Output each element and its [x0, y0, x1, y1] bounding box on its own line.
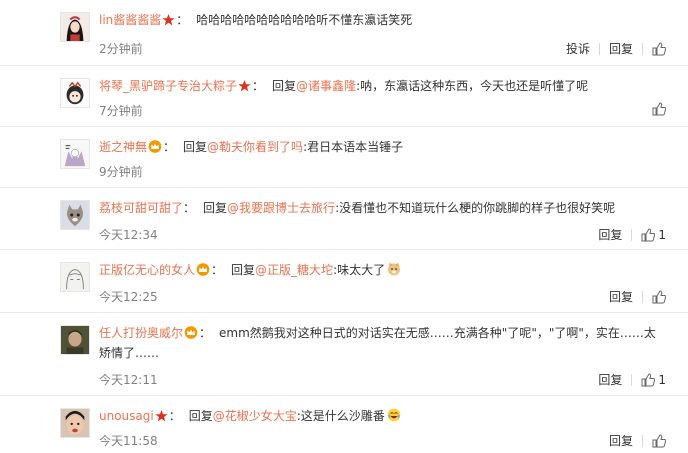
divider [631, 373, 633, 386]
timestamp: 今天12:11 [99, 373, 158, 387]
username[interactable]: 逝之神無 [99, 140, 147, 154]
mention-link[interactable]: @花椒少女大宝 [213, 409, 297, 423]
avatar[interactable] [60, 262, 90, 292]
divider [598, 42, 600, 55]
mention-link[interactable]: @正版_糖大坨 [255, 263, 333, 277]
thumbs-up-icon [652, 433, 666, 447]
reply-prefix: 回复 [231, 263, 256, 277]
comment-text: :君日本语本当锤子 [303, 140, 404, 154]
reply-button[interactable]: 回复 [609, 40, 633, 57]
thumbs-up-icon [641, 227, 656, 241]
comment-list: lin酱酱酱酱：哈哈哈哈哈哈哈哈哈哈听不懂东瀛话笑死 2分钟前 投诉 回复 将琴… [0, 0, 688, 453]
like-count: 1 [658, 227, 666, 242]
comment-actions: 回复 1 [598, 226, 666, 243]
username[interactable]: 正版亿无心的女人 [99, 263, 195, 277]
timestamp: 今天12:34 [99, 228, 158, 242]
avatar[interactable] [60, 139, 90, 169]
reply-button[interactable]: 回复 [609, 432, 633, 449]
star-badge-icon [155, 409, 168, 427]
comment-item: unousagi：回复@花椒少女大宝:这是什么沙雕番 今天11:58 回复 [0, 396, 688, 453]
star-badge-icon [238, 79, 251, 97]
comment-text: :呐，东瀛话这种东西，今天也还是听懂了呢 [356, 79, 589, 93]
reply-button[interactable]: 回复 [609, 288, 633, 305]
divider [631, 228, 633, 241]
timestamp: 2分钟前 [99, 42, 143, 56]
reply-prefix: 回复 [188, 409, 213, 423]
avatar[interactable] [60, 408, 90, 438]
comment-item: 正版亿无心的女人：回复@正版_糖大坨:味太大了 今天12:25 回复 [0, 250, 688, 313]
like-count: 1 [658, 372, 666, 387]
divider [642, 290, 643, 303]
username[interactable]: 荔枝可甜可甜了 [99, 201, 183, 215]
reply-prefix: 回复 [272, 79, 297, 93]
avatar[interactable] [60, 12, 90, 42]
like-button[interactable] [652, 41, 666, 56]
username[interactable]: 任人打扮奥威尔 [99, 326, 183, 340]
timestamp: 今天12:25 [99, 290, 158, 304]
comment-item: 逝之神無：回复@勒夫你看到了吗:君日本语本当锤子 9分钟前 [0, 127, 688, 188]
timestamp: 9分钟前 [99, 165, 143, 179]
crown-badge-icon [184, 326, 198, 344]
comment-item: 任人打扮奥威尔： emm然鹅我对这种日式的对话实在无感……充满各种"了呢"，"了啊… [0, 313, 688, 396]
thumbs-up-icon [652, 289, 666, 303]
thumbs-up-icon [652, 102, 666, 116]
username[interactable]: lin酱酱酱酱 [99, 13, 161, 27]
comment-text: :没看懂也不知道玩什么梗的你跳脚的样子也很好笑呢 [335, 201, 616, 215]
mention-link[interactable]: @我要跟博士去旅行 [227, 201, 335, 215]
username[interactable]: 将琴_黑驴蹄子专治大粽子 [99, 79, 237, 93]
mention-link[interactable]: @勒夫你看到了吗 [207, 140, 303, 154]
mention-link[interactable]: @诸事鑫隆 [296, 79, 356, 93]
avatar[interactable] [60, 325, 90, 355]
comment-item: lin酱酱酱酱：哈哈哈哈哈哈哈哈哈哈听不懂东瀛话笑死 2分钟前 投诉 回复 [0, 0, 688, 66]
timestamp: 今天11:58 [99, 434, 158, 448]
reply-button[interactable]: 回复 [598, 371, 622, 388]
like-button[interactable] [652, 289, 666, 304]
doge-emoji-icon [387, 262, 401, 276]
comment-actions: 投诉 回复 [566, 40, 666, 57]
like-button[interactable]: 1 [641, 228, 666, 242]
comment-actions: 回复 1 [598, 371, 666, 388]
comment-text: 哈哈哈哈哈哈哈哈哈哈听不懂东瀛话笑死 [196, 13, 413, 27]
reply-prefix: 回复 [183, 140, 208, 154]
timestamp: 7分钟前 [99, 104, 143, 118]
comment-text: :味太大了 [333, 263, 386, 277]
like-button[interactable] [652, 433, 666, 448]
report-button[interactable]: 投诉 [566, 40, 590, 57]
divider [642, 42, 643, 55]
comment-item: 将琴_黑驴蹄子专治大粽子：回复@诸事鑫隆:呐，东瀛话这种东西，今天也还是听懂了呢… [0, 66, 688, 127]
like-button[interactable] [652, 102, 666, 116]
comment-item: 荔枝可甜可甜了： 回复@我要跟博士去旅行:没看懂也不知道玩什么梗的你跳脚的样子也很… [0, 188, 688, 250]
comment-actions: 回复 [609, 288, 666, 305]
like-button[interactable]: 1 [641, 373, 666, 387]
star-badge-icon [162, 13, 175, 31]
avatar[interactable] [60, 78, 90, 108]
comment-actions [652, 102, 666, 116]
crown-badge-icon [148, 140, 162, 158]
laugh-emoji-icon [387, 408, 401, 422]
avatar[interactable] [60, 200, 90, 230]
reply-prefix: 回复 [203, 201, 228, 215]
divider [642, 434, 643, 447]
username[interactable]: unousagi [99, 409, 154, 423]
comment-actions: 回复 [609, 432, 666, 449]
thumbs-up-icon [652, 41, 666, 55]
thumbs-up-icon [641, 372, 656, 386]
comment-text: :这是什么沙雕番 [296, 409, 385, 423]
reply-button[interactable]: 回复 [598, 226, 622, 243]
crown-badge-icon [196, 263, 210, 281]
